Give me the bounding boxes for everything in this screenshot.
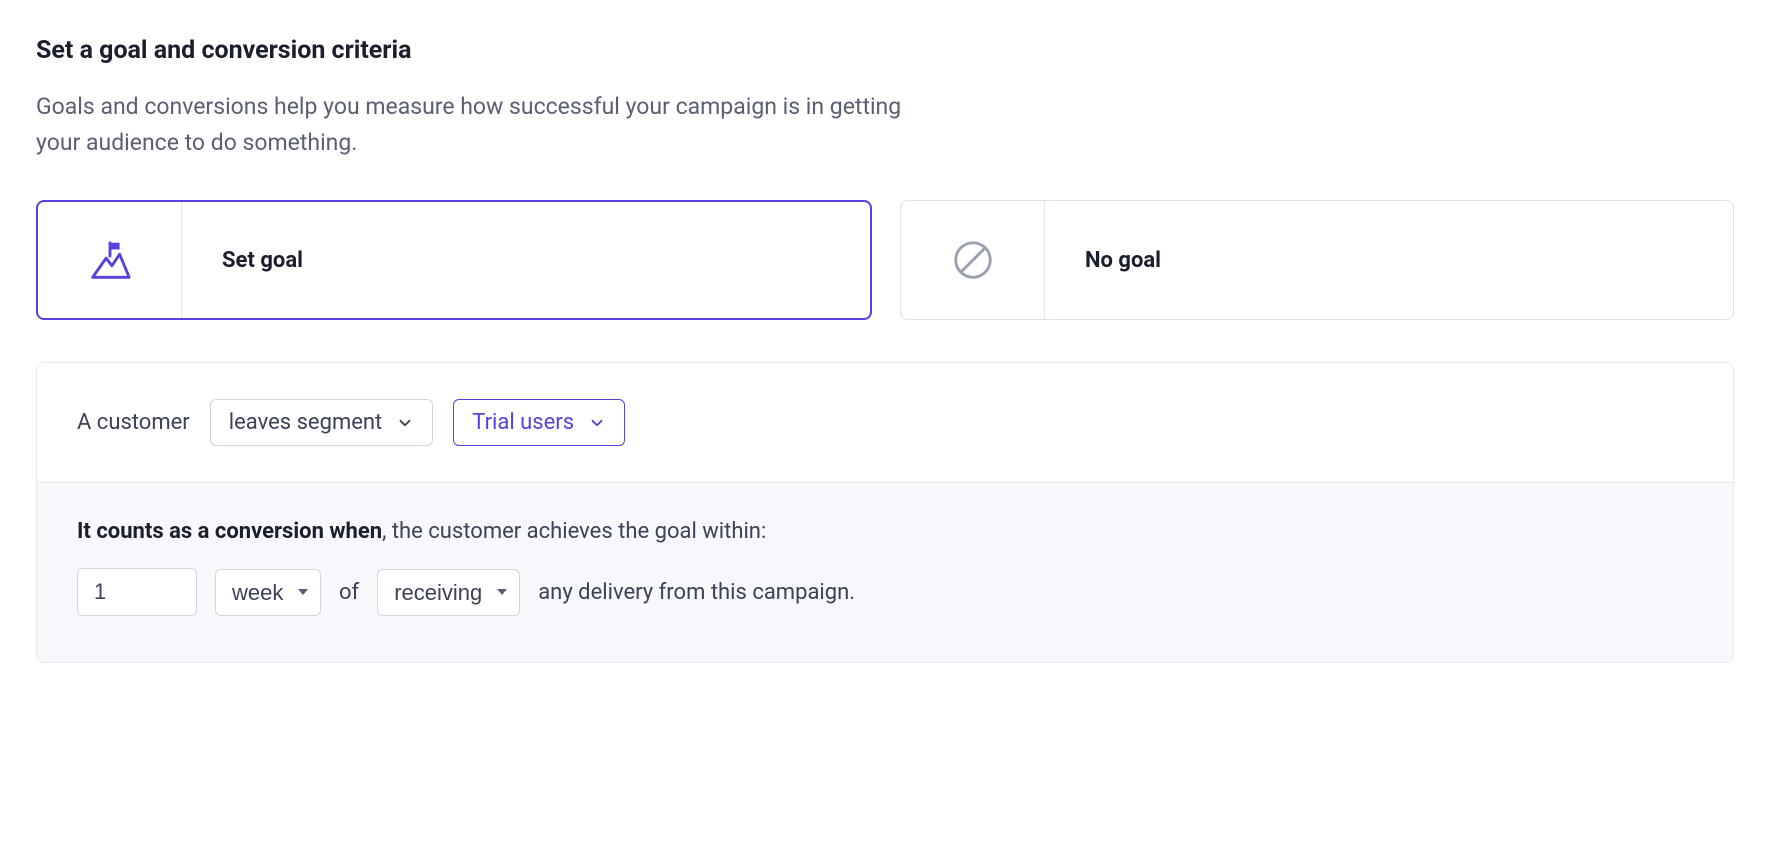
conversion-heading: It counts as a conversion when, the cust… (77, 519, 1693, 544)
action-dropdown-label: leaves segment (229, 410, 383, 435)
of-label: of (339, 580, 359, 605)
conversion-inline-controls: week of receiving any delivery from this… (77, 568, 1693, 616)
conversion-criteria-row: It counts as a conversion when, the cust… (37, 483, 1733, 662)
page-heading: Set a goal and conversion criteria (36, 36, 1734, 65)
no-goal-card[interactable]: No goal (900, 200, 1734, 320)
set-goal-label: Set goal (182, 202, 870, 318)
no-goal-label: No goal (1045, 201, 1733, 319)
goal-options-row: Set goal No goal (36, 200, 1734, 320)
chevron-down-icon (396, 414, 414, 432)
set-goal-card[interactable]: Set goal (36, 200, 872, 320)
chevron-down-icon (588, 414, 606, 432)
goal-config-panel: A customer leaves segment Trial users It… (36, 362, 1734, 663)
no-symbol-icon (901, 201, 1045, 319)
segment-dropdown-label: Trial users (472, 410, 574, 435)
event-type-select[interactable]: receiving (377, 569, 520, 616)
duration-unit-select[interactable]: week (215, 569, 321, 616)
segment-dropdown[interactable]: Trial users (453, 399, 625, 446)
page-subheading: Goals and conversions help you measure h… (36, 89, 936, 160)
duration-value-input[interactable] (77, 568, 197, 616)
trailing-text: any delivery from this campaign. (538, 580, 855, 605)
mountain-flag-icon (38, 202, 182, 318)
action-dropdown[interactable]: leaves segment (210, 399, 434, 446)
goal-condition-row: A customer leaves segment Trial users (37, 363, 1733, 483)
condition-prefix: A customer (77, 410, 190, 435)
conversion-heading-strong: It counts as a conversion when (77, 519, 382, 544)
conversion-heading-rest: , the customer achieves the goal within: (382, 519, 766, 544)
